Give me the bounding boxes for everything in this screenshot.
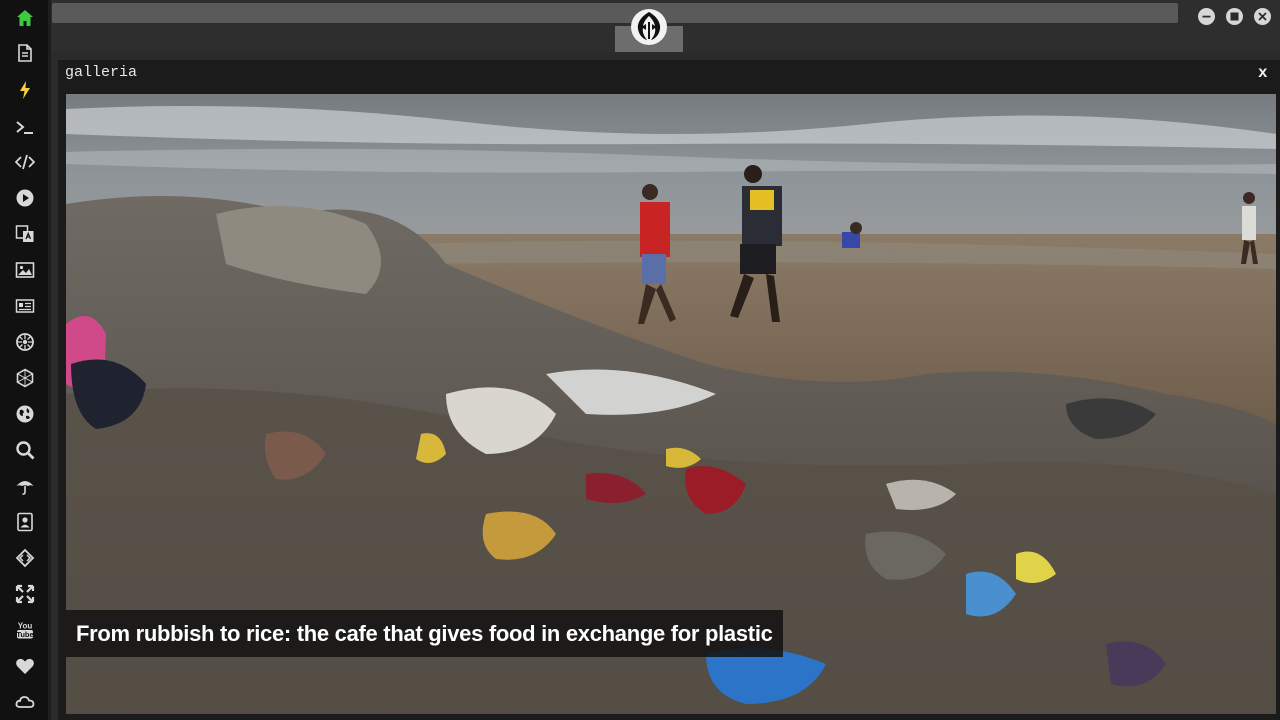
sidebar-divider	[48, 0, 51, 720]
minimize-button[interactable]	[1198, 8, 1215, 25]
expand-icon[interactable]	[12, 581, 38, 607]
svg-text:Tube: Tube	[16, 630, 33, 639]
terminal-icon[interactable]	[12, 114, 38, 140]
code-icon[interactable]	[12, 149, 38, 175]
panel-title: galleria	[65, 64, 138, 81]
document-icon[interactable]	[12, 40, 38, 66]
image-caption[interactable]: From rubbish to rice: the cafe that give…	[66, 610, 783, 657]
translate-icon[interactable]	[12, 221, 38, 247]
home-icon[interactable]	[12, 5, 38, 31]
cloud-icon[interactable]	[12, 689, 38, 715]
play-icon[interactable]	[12, 185, 38, 211]
heart-icon[interactable]	[12, 653, 38, 679]
image-icon[interactable]	[12, 257, 38, 283]
lightning-icon[interactable]	[12, 77, 38, 103]
rebel-alliance-logo-icon	[629, 8, 669, 46]
sidebar: You Tube	[0, 0, 48, 720]
contact-card-icon[interactable]	[12, 509, 38, 535]
panel-close-button[interactable]: x	[1258, 64, 1268, 82]
hexagon-icon[interactable]	[12, 365, 38, 391]
globe-icon[interactable]	[12, 401, 38, 427]
search-icon[interactable]	[12, 437, 38, 463]
address-bar[interactable]	[52, 3, 1178, 23]
settings-wheel-icon[interactable]	[12, 329, 38, 355]
maximize-button[interactable]	[1226, 8, 1243, 25]
newspaper-icon[interactable]	[12, 293, 38, 319]
umbrella-icon[interactable]	[12, 473, 38, 499]
swap-code-icon[interactable]	[12, 545, 38, 571]
youtube-icon[interactable]: You Tube	[12, 617, 38, 643]
close-window-button[interactable]	[1254, 8, 1271, 25]
